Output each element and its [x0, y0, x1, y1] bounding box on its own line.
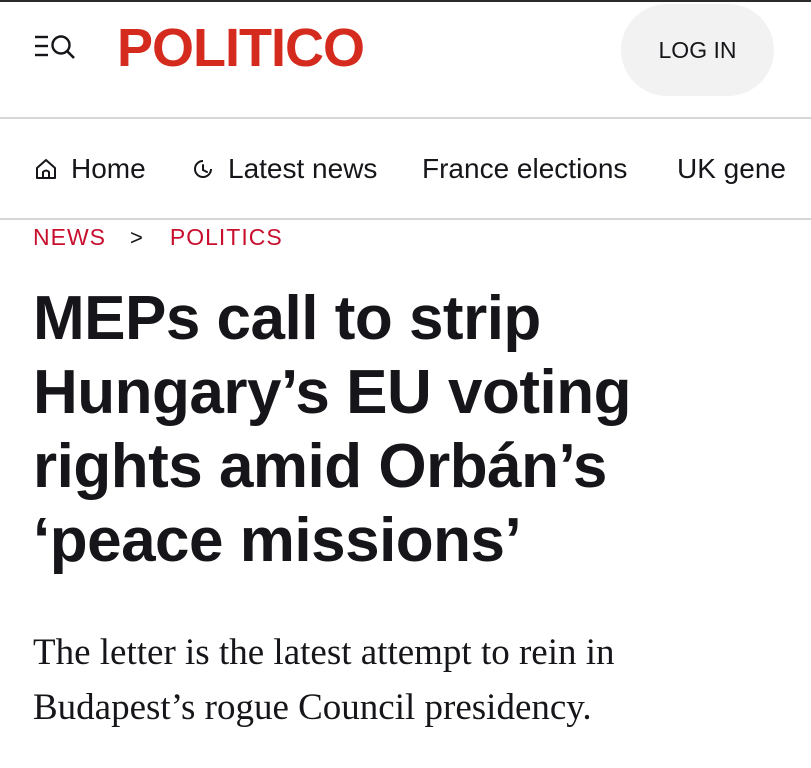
clock-icon — [190, 156, 216, 182]
login-button[interactable]: LOG IN — [621, 4, 774, 96]
headline-line: rights amid Orbán’s — [33, 432, 607, 501]
breadcrumb-separator: > — [130, 224, 144, 250]
home-icon — [33, 156, 59, 182]
nav-item-label: Home — [71, 153, 146, 184]
headline-line: ‘peace missions’ — [33, 506, 522, 575]
breadcrumb: NEWS > POLITICS — [33, 224, 283, 251]
nav-item-home[interactable]: Home — [33, 150, 146, 188]
subhead-line: The letter is the latest attempt to rein… — [33, 632, 615, 673]
politico-logo[interactable]: POLITICO — [117, 21, 365, 75]
breadcrumb-news[interactable]: NEWS — [33, 224, 106, 251]
menu-search-icon — [35, 35, 75, 59]
nav-item-label: France elections — [422, 153, 628, 184]
article-headline: MEPs call to strip Hungary’s EU voting r… — [33, 282, 793, 578]
header-divider — [0, 117, 811, 119]
nav-item-label: Latest news — [228, 153, 378, 184]
article-subheadline: The letter is the latest attempt to rein… — [33, 625, 793, 735]
site-header: POLITICO LOG IN — [0, 2, 811, 116]
breadcrumb-politics[interactable]: POLITICS — [170, 224, 283, 251]
nav-divider — [0, 218, 811, 220]
nav-item-uk-general[interactable]: UK gene — [677, 150, 786, 188]
headline-line: Hungary’s EU voting — [33, 358, 631, 427]
menu-search-button[interactable] — [33, 32, 79, 62]
headline-line: MEPs call to strip — [33, 284, 541, 353]
nav-item-latest-news[interactable]: Latest news — [190, 150, 377, 188]
subhead-line: Budapest’s rogue Council presidency. — [33, 687, 592, 728]
nav-item-label: UK gene — [677, 153, 786, 184]
section-nav: Home Latest news France elections UK gen… — [0, 120, 811, 218]
nav-item-france-elections[interactable]: France elections — [422, 150, 627, 188]
